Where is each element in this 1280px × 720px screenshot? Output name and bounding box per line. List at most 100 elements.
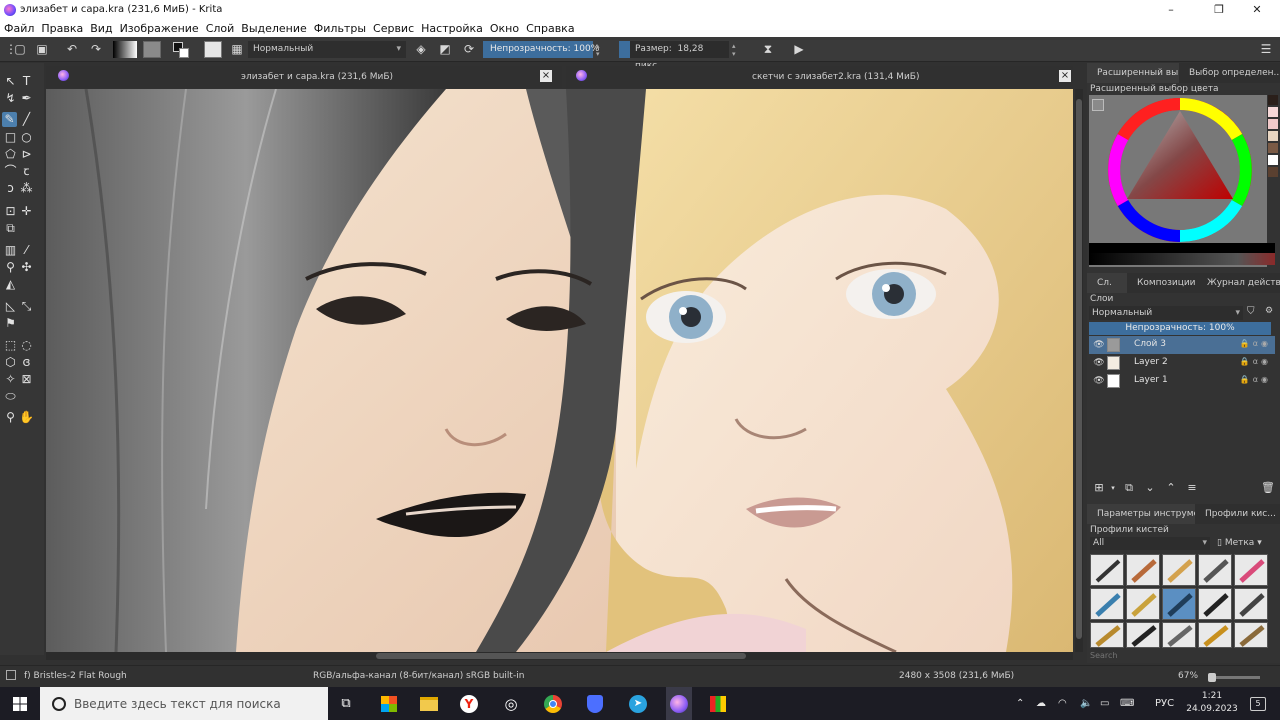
cloud-icon[interactable]: ☁ — [1036, 687, 1046, 720]
brush-preset-selected[interactable] — [1162, 588, 1196, 620]
keyboard-icon[interactable]: ⌨ — [1120, 687, 1134, 720]
canvas-vertical-scrollbar[interactable] — [1075, 89, 1083, 652]
taskbar-search[interactable]: Введите здесь текст для поиска — [40, 687, 328, 720]
similar-select-tool-icon[interactable]: ⊠ — [19, 372, 34, 387]
brush-preset[interactable] — [1234, 554, 1268, 586]
swatch-6[interactable] — [1268, 155, 1278, 165]
menu-layer[interactable]: Слой — [206, 22, 235, 35]
freehand-brush-tool-icon[interactable]: ✎ — [2, 112, 17, 127]
app-headset-icon[interactable]: ◎ — [500, 687, 522, 720]
layer-settings-icon[interactable]: ⚙ — [1265, 306, 1273, 316]
brush-preset-icon[interactable] — [204, 41, 222, 58]
save-icon[interactable]: ▣ — [34, 41, 50, 57]
battery-icon[interactable]: ▭ — [1100, 687, 1109, 720]
tab-layers[interactable]: Сл. — [1087, 273, 1127, 293]
brush-preset[interactable] — [1198, 622, 1232, 648]
blend-mode-select[interactable]: Нормальный ▾ — [248, 41, 406, 58]
layer-properties-icon[interactable]: ≡ — [1185, 481, 1199, 495]
layer-filter-icon[interactable]: ⛉ — [1247, 306, 1255, 317]
layer-row[interactable]: 👁 Layer 1 🔒α◉ — [1089, 372, 1275, 390]
mirror-horizontal-icon[interactable]: ⧗ — [760, 41, 776, 57]
menu-view[interactable]: Вид — [90, 22, 112, 35]
measure-tool-icon[interactable]: ◺ — [3, 299, 18, 314]
menu-file[interactable]: Файл — [4, 22, 34, 35]
vpn-shield-icon[interactable] — [584, 687, 606, 720]
swatch-1[interactable] — [1268, 95, 1278, 105]
brush-preset[interactable] — [1090, 554, 1124, 586]
wifi-icon[interactable]: ◠ — [1058, 687, 1067, 720]
brush-preset[interactable] — [1090, 622, 1124, 648]
size-slider[interactable]: Размер: 18,28 пикс. — [619, 41, 729, 71]
smart-patch-tool-icon[interactable]: ✣ — [19, 260, 34, 275]
yandex-browser-icon[interactable]: Y — [458, 687, 480, 720]
brush-preset[interactable] — [1234, 622, 1268, 648]
dynamic-brush-tool-icon[interactable]: ↄ — [3, 181, 18, 196]
tab-advanced-color-selector[interactable]: Расширенный вы... — [1087, 63, 1179, 83]
layer-row[interactable]: 👁 Слой 3 🔒α◉ — [1089, 336, 1275, 354]
gradient-selector[interactable] — [113, 41, 137, 58]
new-document-icon[interactable]: ▢ — [12, 41, 28, 57]
menu-settings[interactable]: Настройка — [421, 22, 483, 35]
canvas-horizontal-scrollbar[interactable] — [46, 652, 1073, 660]
edit-shapes-tool-icon[interactable]: ↯ — [3, 91, 18, 106]
layer-opacity-slider[interactable]: Непрозрачность: 100% — [1089, 322, 1271, 335]
brush-preset[interactable] — [1234, 588, 1268, 620]
menu-window[interactable]: Окно — [490, 22, 519, 35]
preserve-alpha-icon[interactable]: ◩ — [437, 41, 453, 57]
pattern-selector[interactable] — [143, 41, 161, 58]
opacity-spin[interactable]: ▴ ▾ — [596, 42, 600, 59]
brush-editor-icon[interactable]: ▦ — [229, 41, 245, 57]
telegram-icon[interactable]: ➤ — [626, 687, 650, 720]
menu-tools[interactable]: Сервис — [373, 22, 414, 35]
zoom-slider-knob[interactable] — [1208, 673, 1216, 682]
media-app-icon[interactable] — [706, 687, 730, 720]
swatch-3[interactable] — [1268, 119, 1278, 129]
add-layer-icon[interactable]: ⊞ — [1092, 481, 1106, 495]
reload-preset-icon[interactable]: ⟳ — [461, 41, 477, 57]
swatch-5[interactable] — [1268, 143, 1278, 153]
select-shapes-tool-icon[interactable]: ↖ — [3, 74, 18, 89]
polyline-tool-icon[interactable]: ⊳ — [19, 147, 34, 162]
bezier-select-tool-icon[interactable]: ⬭ — [3, 389, 18, 404]
tab-document-1[interactable]: элизабет и сара.kra (231,6 МиБ) × — [46, 66, 562, 88]
microsoft-store-icon[interactable] — [378, 687, 400, 720]
text-tool-icon[interactable]: T — [19, 74, 34, 89]
brush-preset[interactable] — [1126, 554, 1160, 586]
zoom-tool-icon[interactable]: ⚲ — [3, 410, 18, 425]
layer-row[interactable]: 👁 Layer 2 🔒α◉ — [1089, 354, 1275, 372]
redo-icon[interactable]: ↷ — [88, 41, 104, 57]
rectangle-tool-icon[interactable]: □ — [3, 130, 18, 145]
menu-select[interactable]: Выделение — [241, 22, 307, 35]
tab-tool-options[interactable]: Параметры инструме... — [1087, 504, 1195, 524]
close-tab-icon[interactable]: × — [1059, 70, 1071, 82]
color-selector[interactable] — [1089, 95, 1267, 267]
brush-preset[interactable] — [1162, 554, 1196, 586]
volume-icon[interactable]: 🔈 — [1080, 687, 1092, 720]
brush-preset[interactable] — [1198, 554, 1232, 586]
menu-help[interactable]: Справка — [526, 22, 574, 35]
panel-toggle-icon[interactable]: ☰ — [1258, 41, 1274, 57]
eye-icon[interactable]: 👁 — [1093, 375, 1105, 387]
line-tool-icon[interactable]: ╱ — [19, 112, 34, 127]
reference-tool-icon[interactable]: ⚑ — [3, 316, 18, 331]
system-clock[interactable]: 1:21 24.09.2023 — [1182, 690, 1242, 716]
ellipse-select-tool-icon[interactable]: ◌ — [19, 338, 34, 353]
chrome-icon[interactable] — [542, 687, 564, 720]
color-wheel[interactable] — [1089, 95, 1267, 245]
task-view-icon[interactable]: ⧉ — [336, 687, 356, 720]
brush-preset[interactable] — [1198, 588, 1232, 620]
contiguous-select-tool-icon[interactable]: ✧ — [3, 372, 18, 387]
move-tool-icon[interactable]: ✛ — [19, 204, 34, 219]
brush-preset[interactable] — [1126, 588, 1160, 620]
layer-blend-mode-select[interactable]: Нормальный ▾ — [1089, 306, 1243, 320]
colorize-mask-tool-icon[interactable]: ⚲ — [3, 260, 18, 275]
polygon-tool-icon[interactable]: ⬠ — [3, 147, 18, 162]
color-swatch-fg-bg[interactable] — [171, 41, 193, 58]
notification-icon[interactable]: 5 — [1250, 687, 1266, 720]
eye-icon[interactable]: 👁 — [1093, 357, 1105, 369]
krita-taskbar-icon[interactable] — [666, 687, 692, 720]
pan-tool-icon[interactable]: ✋ — [19, 410, 34, 425]
layer-flags-icon[interactable]: 🔒α◉ — [1240, 375, 1271, 384]
brush-filter-select[interactable]: All ▾ — [1090, 537, 1210, 550]
color-settings-icon[interactable] — [1092, 99, 1104, 111]
